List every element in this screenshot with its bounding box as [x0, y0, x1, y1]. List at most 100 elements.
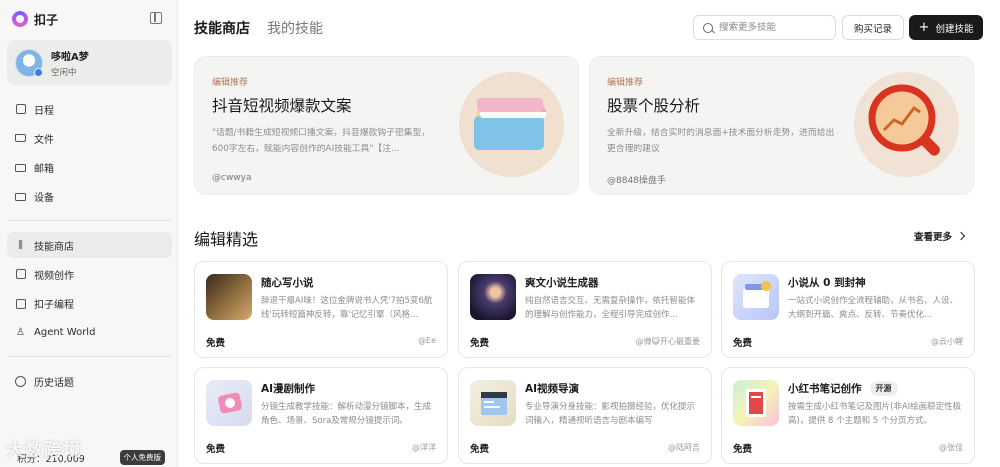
skill-name-text: AI视频导演 [525, 383, 580, 395]
nav-item-agent-world[interactable]: ♙ Agent World [7, 320, 172, 346]
section-title: 编辑精选 [194, 230, 259, 249]
nav-divider [7, 356, 172, 357]
nav-bottom: 历史话题 [7, 368, 172, 397]
featured-card[interactable]: 编辑推荐 抖音短视频爆款文案 "话题/书籍生成短视频口播文案，抖音爆款钩子密集型… [194, 56, 579, 195]
tab-skill-store[interactable]: 技能商店 [194, 18, 250, 38]
skill-price: 免费 [206, 338, 226, 349]
clock-icon [15, 375, 26, 387]
skill-card[interactable]: AI视频导演 专业导演分身技能：影视拍摄经验，优化提示词输入，精通视听语言与剧本… [458, 367, 712, 464]
user-card[interactable]: 哆啦A梦 空闲中 [7, 40, 172, 85]
skill-card[interactable]: 小说从 0 到封神 一站式小说创作全流程辅助，从书名、人设、大纲到开篇、爽点、反… [721, 261, 975, 358]
skill-name-text: 随心写小说 [261, 277, 314, 289]
sidebar: 扣子 哆啦A梦 空闲中 日程 文件 邮箱 设备 ⫼ 技能商店 视频创作 扣子编程… [0, 0, 178, 467]
skill-name-text: 小说从 0 到封神 [788, 277, 866, 289]
brand-logo-icon [12, 11, 28, 27]
skill-author: @Ee [418, 336, 436, 345]
nav-item-label: 邮箱 [34, 164, 54, 176]
book-illustration [459, 72, 564, 177]
skill-desc: 辞退干瘪AI味！这位金牌说书人凭'7拍5变6航线'玩转短篇神反转，靠'记忆引擎（… [261, 296, 433, 320]
brand[interactable]: 扣子 [12, 10, 58, 28]
nav-item-video[interactable]: 视频创作 [7, 261, 172, 287]
featured-desc: 全新升级，结合实时的消息面+技术面分析走势，进而给出更合理的建议 [607, 128, 835, 154]
skill-desc: 专业导演分身技能：影视拍摄经验，优化提示词输入，精通视听语言与剧本编写 [525, 402, 696, 426]
magnifier-chart-illustration [854, 72, 959, 177]
nav-item-label: 历史话题 [34, 377, 74, 389]
nav-item-schedule[interactable]: 日程 [7, 96, 172, 122]
plus-icon: + [918, 20, 930, 35]
nav-item-label: 设备 [34, 193, 54, 205]
nav-top: 日程 文件 邮箱 设备 [7, 96, 172, 213]
skill-price: 免费 [470, 444, 490, 455]
avatar [15, 48, 43, 77]
plan-badge: 个人免费版 [119, 450, 165, 465]
folder-icon [15, 133, 26, 144]
nav-item-label: Agent World [34, 327, 96, 339]
nav-item-label: 扣子编程 [34, 300, 74, 312]
agent-icon: ♙ [16, 327, 25, 339]
skill-thumbnail [206, 274, 252, 320]
skill-desc: 纯自然语言交互、无需复杂操作，依托智能体的理解与创作能力，全程引导完成创作... [525, 296, 696, 320]
open-source-badge: 开源 [869, 381, 898, 396]
create-skill-button[interactable]: + 创建技能 [909, 15, 983, 40]
skill-thumbnail [733, 380, 779, 426]
skill-thumbnail [470, 274, 516, 320]
sidebar-toggle-icon[interactable] [150, 12, 162, 24]
search-box[interactable] [693, 15, 836, 40]
watermark: 大数跨境 [6, 440, 82, 461]
nav-item-mail[interactable]: 邮箱 [7, 155, 172, 181]
skill-card[interactable]: 爽文小说生成器 纯自然语言交互、无需复杂操作，依托智能体的理解与创作能力，全程引… [458, 261, 712, 358]
skill-thumbnail [206, 380, 252, 426]
user-name: 哆啦A梦 [51, 51, 89, 63]
mail-icon [15, 162, 26, 173]
purchase-records-button[interactable]: 购买记录 [842, 15, 904, 40]
skill-price: 免费 [733, 338, 753, 349]
monitor-icon [15, 191, 26, 202]
skill-price: 免费 [733, 444, 753, 455]
skill-price: 免费 [206, 444, 226, 455]
skill-author: @洋洋 [412, 443, 436, 452]
nav-item-skill-store[interactable]: ⫼ 技能商店 [7, 232, 172, 258]
skill-name: 小说从 0 到封神 [788, 275, 866, 290]
nav-item-label: 视频创作 [34, 270, 74, 282]
skill-thumbnail [733, 274, 779, 320]
featured-desc: "话题/书籍生成短视频口播文案，抖音爆款钩子密集型，600字左右，赋能内容创作的… [212, 128, 431, 154]
skill-name-text: 爽文小说生成器 [525, 277, 599, 289]
skill-name-text: AI漫剧制作 [261, 383, 316, 395]
nav-divider [7, 220, 172, 221]
create-skill-label: 创建技能 [935, 23, 974, 35]
nav-item-coze-code[interactable]: 扣子编程 [7, 291, 172, 317]
nav-item-label: 日程 [34, 105, 54, 117]
skill-card[interactable]: AI漫剧制作 分镜生成教学技能：解析动漫分镜脚本，生成角色、场景、Sora及常规… [194, 367, 448, 464]
see-more-link[interactable]: 查看更多 [914, 229, 966, 243]
skill-desc: 一站式小说创作全流程辅助，从书名、人设、大纲到开篇、爽点、反转、节奏优化... [788, 296, 959, 320]
skill-desc: 分镜生成教学技能：解析动漫分镜脚本，生成角色、场景、Sora及常规分镜提示词。 [261, 402, 432, 426]
main: 技能商店 我的技能 购买记录 + 创建技能 编辑推荐 抖音短视频爆款文案 "话题… [178, 0, 1000, 467]
nav-item-devices[interactable]: 设备 [7, 184, 172, 210]
search-input[interactable] [719, 22, 829, 33]
skill-author: @微😺开心最重要 [635, 337, 700, 346]
nav-mid: ⫼ 技能商店 视频创作 扣子编程 ♙ Agent World [7, 232, 172, 349]
skill-author: @张佳 [939, 443, 963, 452]
brand-name: 扣子 [34, 12, 59, 27]
skill-card[interactable]: 随心写小说 辞退干瘪AI味！这位金牌说书人凭'7拍5变6航线'玩转短篇神反转，靠… [194, 261, 448, 358]
tab-my-skills[interactable]: 我的技能 [267, 18, 323, 38]
code-icon [15, 298, 26, 309]
nav-item-history[interactable]: 历史话题 [7, 368, 172, 394]
search-icon [703, 22, 713, 33]
nav-item-label: 文件 [34, 134, 54, 146]
skill-name-text: 小红书笔记创作 [788, 383, 862, 395]
tabs: 技能商店 我的技能 [194, 18, 323, 38]
skill-name: 随心写小说 [261, 275, 314, 290]
skill-desc: 按需生成小红书笔记及图片(非AI绘画稳定性极高)，提供 8 个主题和 5 个分页… [788, 402, 962, 426]
skill-card[interactable]: 小红书笔记创作 开源 按需生成小红书笔记及图片(非AI绘画稳定性极高)，提供 8… [721, 367, 975, 464]
skill-name: AI视频导演 [525, 381, 579, 396]
skill-name: 爽文小说生成器 [525, 275, 599, 290]
calendar-icon [15, 104, 26, 115]
see-more-label: 查看更多 [914, 232, 953, 243]
user-status: 空闲中 [51, 67, 77, 78]
skill-author: @陆阿吉 [668, 443, 700, 452]
skill-author: @云小鲤 [931, 337, 963, 346]
video-icon [15, 269, 26, 280]
nav-item-files[interactable]: 文件 [7, 125, 172, 151]
featured-card[interactable]: 编辑推荐 股票个股分析 全新升级，结合实时的消息面+技术面分析走势，进而给出更合… [589, 56, 974, 195]
